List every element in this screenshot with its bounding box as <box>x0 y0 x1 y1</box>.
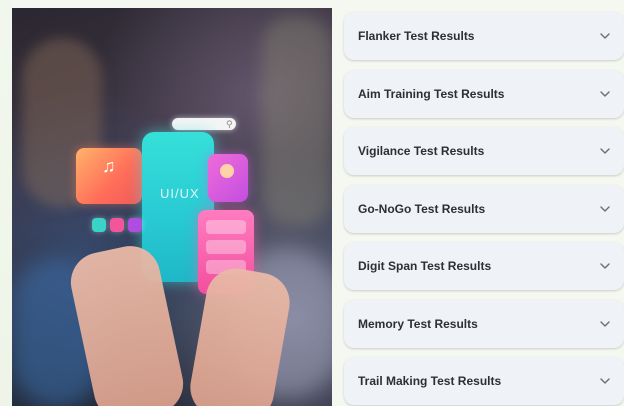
accordion-item-trail-making[interactable]: Trail Making Test Results <box>344 357 624 405</box>
music-note-icon: ♫ <box>102 156 116 176</box>
profile-card <box>208 154 248 202</box>
hero-image: ⚲ ♫ UI/UX <box>12 8 332 406</box>
accordion-item-label: Memory Test Results <box>358 316 478 331</box>
background-blur <box>262 16 332 226</box>
accordion-item-label: Digit Span Test Results <box>358 259 492 273</box>
chevron-down-icon[interactable] <box>600 319 610 329</box>
test-results-accordion: Flanker Test Results Aim Training Test R… <box>344 12 624 406</box>
avatar-icon <box>220 164 234 178</box>
accordion-item-label: Go-NoGo Test Results <box>358 201 486 216</box>
accordion-item-label: Vigilance Test Results <box>358 144 485 158</box>
accordion-item-label: Trail Making Test Results <box>358 374 502 388</box>
phone-screen-text: UI/UX <box>160 186 200 201</box>
app-square-icon <box>110 218 124 232</box>
accordion-item-vigilance[interactable]: Vigilance Test Results <box>344 127 624 175</box>
chevron-down-icon[interactable] <box>600 146 610 156</box>
left-margin <box>0 0 12 406</box>
chevron-down-icon[interactable] <box>600 261 610 271</box>
chevron-down-icon[interactable] <box>600 31 610 41</box>
list-card-row <box>206 240 246 254</box>
accordion-item-memory[interactable]: Memory Test Results <box>344 299 624 348</box>
accordion-item-aim-training[interactable]: Aim Training Test Results <box>344 69 624 118</box>
chevron-down-icon[interactable] <box>600 376 610 386</box>
accordion-item-go-nogo[interactable]: Go-NoGo Test Results <box>344 184 624 233</box>
app-square-icon <box>128 218 142 232</box>
app-square-icon <box>92 218 106 232</box>
accordion-item-digit-span[interactable]: Digit Span Test Results <box>344 242 624 290</box>
search-icon: ⚲ <box>226 119 233 129</box>
accordion-item-label: Aim Training Test Results <box>358 86 505 101</box>
chevron-down-icon[interactable] <box>600 204 610 214</box>
list-card-row <box>206 220 246 234</box>
accordion-item-flanker[interactable]: Flanker Test Results <box>344 12 624 60</box>
accordion-item-label: Flanker Test Results <box>358 29 475 43</box>
chevron-down-icon[interactable] <box>600 89 610 99</box>
page: ⚲ ♫ UI/UX Flanker Test Results Aim Train… <box>0 0 624 406</box>
